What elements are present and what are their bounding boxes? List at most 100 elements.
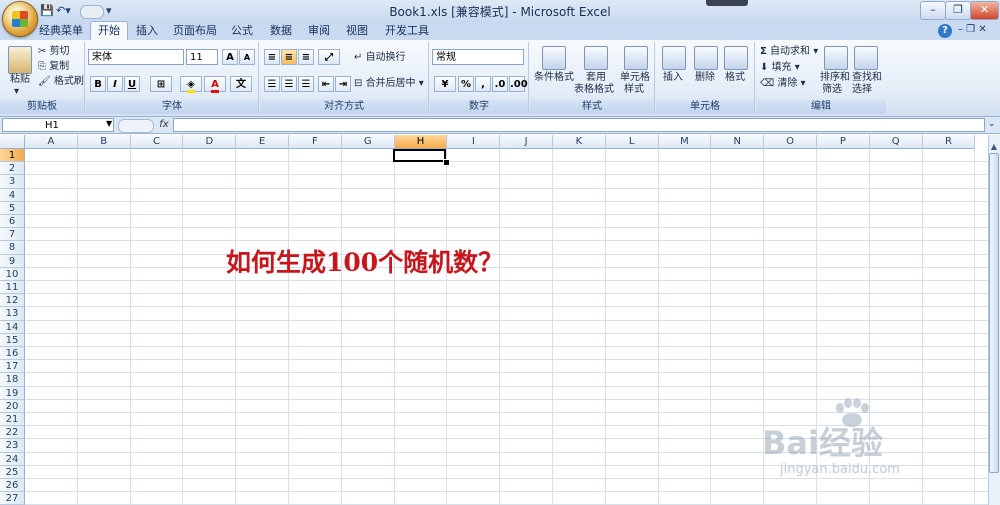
row-header-15[interactable]: 15 xyxy=(0,333,25,347)
cell-styles-button[interactable]: 样式 xyxy=(624,84,644,96)
row-header-23[interactable]: 23 xyxy=(0,439,25,453)
increase-decimal-button[interactable]: .0 xyxy=(492,76,508,92)
cell-text-heading[interactable]: 如何生成100个随机数？ xyxy=(226,243,503,279)
office-button[interactable] xyxy=(2,1,38,37)
tab-home[interactable]: 开始 xyxy=(90,21,128,41)
percent-button[interactable]: % xyxy=(458,76,474,92)
column-header-o[interactable]: O xyxy=(764,135,817,149)
row-header-26[interactable]: 26 xyxy=(0,479,25,493)
minimize-button[interactable]: – xyxy=(920,1,946,20)
paste-button[interactable]: 粘贴 xyxy=(10,74,30,86)
row-header-1[interactable]: 1 xyxy=(0,149,25,163)
row-header-21[interactable]: 21 xyxy=(0,413,25,427)
column-header-n[interactable]: N xyxy=(711,135,765,149)
row-header-14[interactable]: 14 xyxy=(0,320,25,334)
restore-button[interactable]: ❐ xyxy=(945,1,971,20)
delete-cells-button[interactable]: 删除 xyxy=(695,72,715,84)
fill-color-button[interactable]: ◈ xyxy=(180,76,202,93)
conditional-format-button[interactable]: 条件格式 xyxy=(534,72,574,84)
copy-button[interactable]: ⎘ 复制 xyxy=(38,61,69,73)
formula-input[interactable] xyxy=(173,118,985,132)
decrease-decimal-button[interactable]: .00 xyxy=(509,76,528,92)
tab-data[interactable]: 数据 xyxy=(264,22,298,40)
row-header-5[interactable]: 5 xyxy=(0,201,25,215)
column-header-h[interactable]: H xyxy=(394,135,448,149)
row-header-9[interactable]: 9 xyxy=(0,254,25,268)
active-cell-h1[interactable] xyxy=(393,149,446,162)
row-header-4[interactable]: 4 xyxy=(0,188,25,202)
row-header-3[interactable]: 3 xyxy=(0,175,25,189)
number-format-select[interactable]: 常规 xyxy=(432,49,524,65)
insert-cells-button[interactable]: 插入 xyxy=(663,72,683,84)
row-header-24[interactable]: 24 xyxy=(0,452,25,466)
column-header-d[interactable]: D xyxy=(183,135,237,149)
tab-review[interactable]: 审阅 xyxy=(302,22,336,40)
find-select-label-1[interactable]: 查找和 xyxy=(852,72,882,84)
align-left-button[interactable]: ☰ xyxy=(264,76,280,92)
font-size-select[interactable]: 11 xyxy=(186,49,218,65)
name-box-dropdown-icon[interactable]: ▼ xyxy=(106,119,112,128)
underline-button[interactable]: U xyxy=(124,76,140,92)
column-header-i[interactable]: I xyxy=(447,135,501,149)
align-center-button[interactable]: ☰ xyxy=(281,76,297,92)
autosum-button[interactable]: Σ 自动求和 ▾ xyxy=(760,46,818,58)
italic-button[interactable]: I xyxy=(107,76,123,92)
ribbon-window-controls[interactable]: – ❐ ✕ xyxy=(958,24,987,35)
column-header-b[interactable]: B xyxy=(77,135,131,149)
column-header-e[interactable]: E xyxy=(236,135,289,149)
column-header-l[interactable]: L xyxy=(605,135,659,149)
paste-dropdown-icon[interactable]: ▾ xyxy=(14,86,19,98)
grow-font-button[interactable]: A xyxy=(222,49,238,65)
format-painter-button[interactable]: 🖌 格式刷 xyxy=(38,76,84,88)
column-header-c[interactable]: C xyxy=(130,135,184,149)
increase-indent-button[interactable]: ⇥ xyxy=(335,76,351,92)
sort-filter-button[interactable]: 筛选 xyxy=(822,84,842,96)
name-box[interactable]: H1 xyxy=(2,118,114,132)
row-header-17[interactable]: 17 xyxy=(0,360,25,374)
orientation-button[interactable]: ⤢ xyxy=(318,49,340,65)
column-header-k[interactable]: K xyxy=(553,135,606,149)
row-header-16[interactable]: 16 xyxy=(0,347,25,361)
tab-insert[interactable]: 插入 xyxy=(130,22,164,40)
tab-formulas[interactable]: 公式 xyxy=(225,22,259,40)
select-all-corner[interactable] xyxy=(0,135,25,149)
column-header-a[interactable]: A xyxy=(25,135,78,149)
fill-button[interactable]: ⬇ 填充 ▾ xyxy=(760,62,800,74)
decrease-indent-button[interactable]: ⇤ xyxy=(318,76,334,92)
column-header-r[interactable]: R xyxy=(922,135,976,149)
column-header-g[interactable]: G xyxy=(341,135,395,149)
accounting-format-button[interactable]: ¥ xyxy=(434,76,456,92)
row-header-7[interactable]: 7 xyxy=(0,228,25,242)
row-header-10[interactable]: 10 xyxy=(0,267,25,281)
tab-developer[interactable]: 开发工具 xyxy=(380,22,434,40)
column-header-p[interactable]: P xyxy=(817,135,870,149)
column-header-j[interactable]: J xyxy=(500,135,553,149)
column-header-f[interactable]: F xyxy=(289,135,342,149)
expand-formula-bar-icon[interactable]: ⌄ xyxy=(988,119,996,129)
row-header-11[interactable]: 11 xyxy=(0,281,25,295)
clear-button[interactable]: ⌫ 清除 ▾ xyxy=(760,78,806,90)
borders-button[interactable]: ⊞ xyxy=(150,76,172,92)
scroll-up-icon[interactable]: ▲ xyxy=(989,142,999,152)
phonetic-button[interactable]: 文 xyxy=(230,76,252,92)
merge-center-button[interactable]: ⊟ 合并后居中 ▾ xyxy=(354,78,424,90)
row-header-22[interactable]: 22 xyxy=(0,426,25,440)
row-header-20[interactable]: 20 xyxy=(0,399,25,413)
tab-view[interactable]: 视图 xyxy=(340,22,374,40)
column-header-q[interactable]: Q xyxy=(869,135,923,149)
help-icon[interactable]: ? xyxy=(938,24,952,38)
align-middle-button[interactable]: ≡ xyxy=(281,49,297,65)
row-header-25[interactable]: 25 xyxy=(0,465,25,479)
column-header-m[interactable]: M xyxy=(658,135,712,149)
fill-handle[interactable] xyxy=(443,159,450,166)
row-header-18[interactable]: 18 xyxy=(0,373,25,387)
comma-button[interactable]: , xyxy=(475,76,491,92)
sort-filter-label-1[interactable]: 排序和 xyxy=(820,72,850,84)
row-header-8[interactable]: 8 xyxy=(0,241,25,255)
wrap-text-button[interactable]: ↵ 自动换行 xyxy=(354,52,406,64)
tab-page-layout[interactable]: 页面布局 xyxy=(168,22,222,40)
row-header-13[interactable]: 13 xyxy=(0,307,25,321)
format-cells-button[interactable]: 格式 xyxy=(725,72,745,84)
cell-styles-label-1[interactable]: 单元格 xyxy=(620,72,650,84)
row-header-6[interactable]: 6 xyxy=(0,215,25,229)
